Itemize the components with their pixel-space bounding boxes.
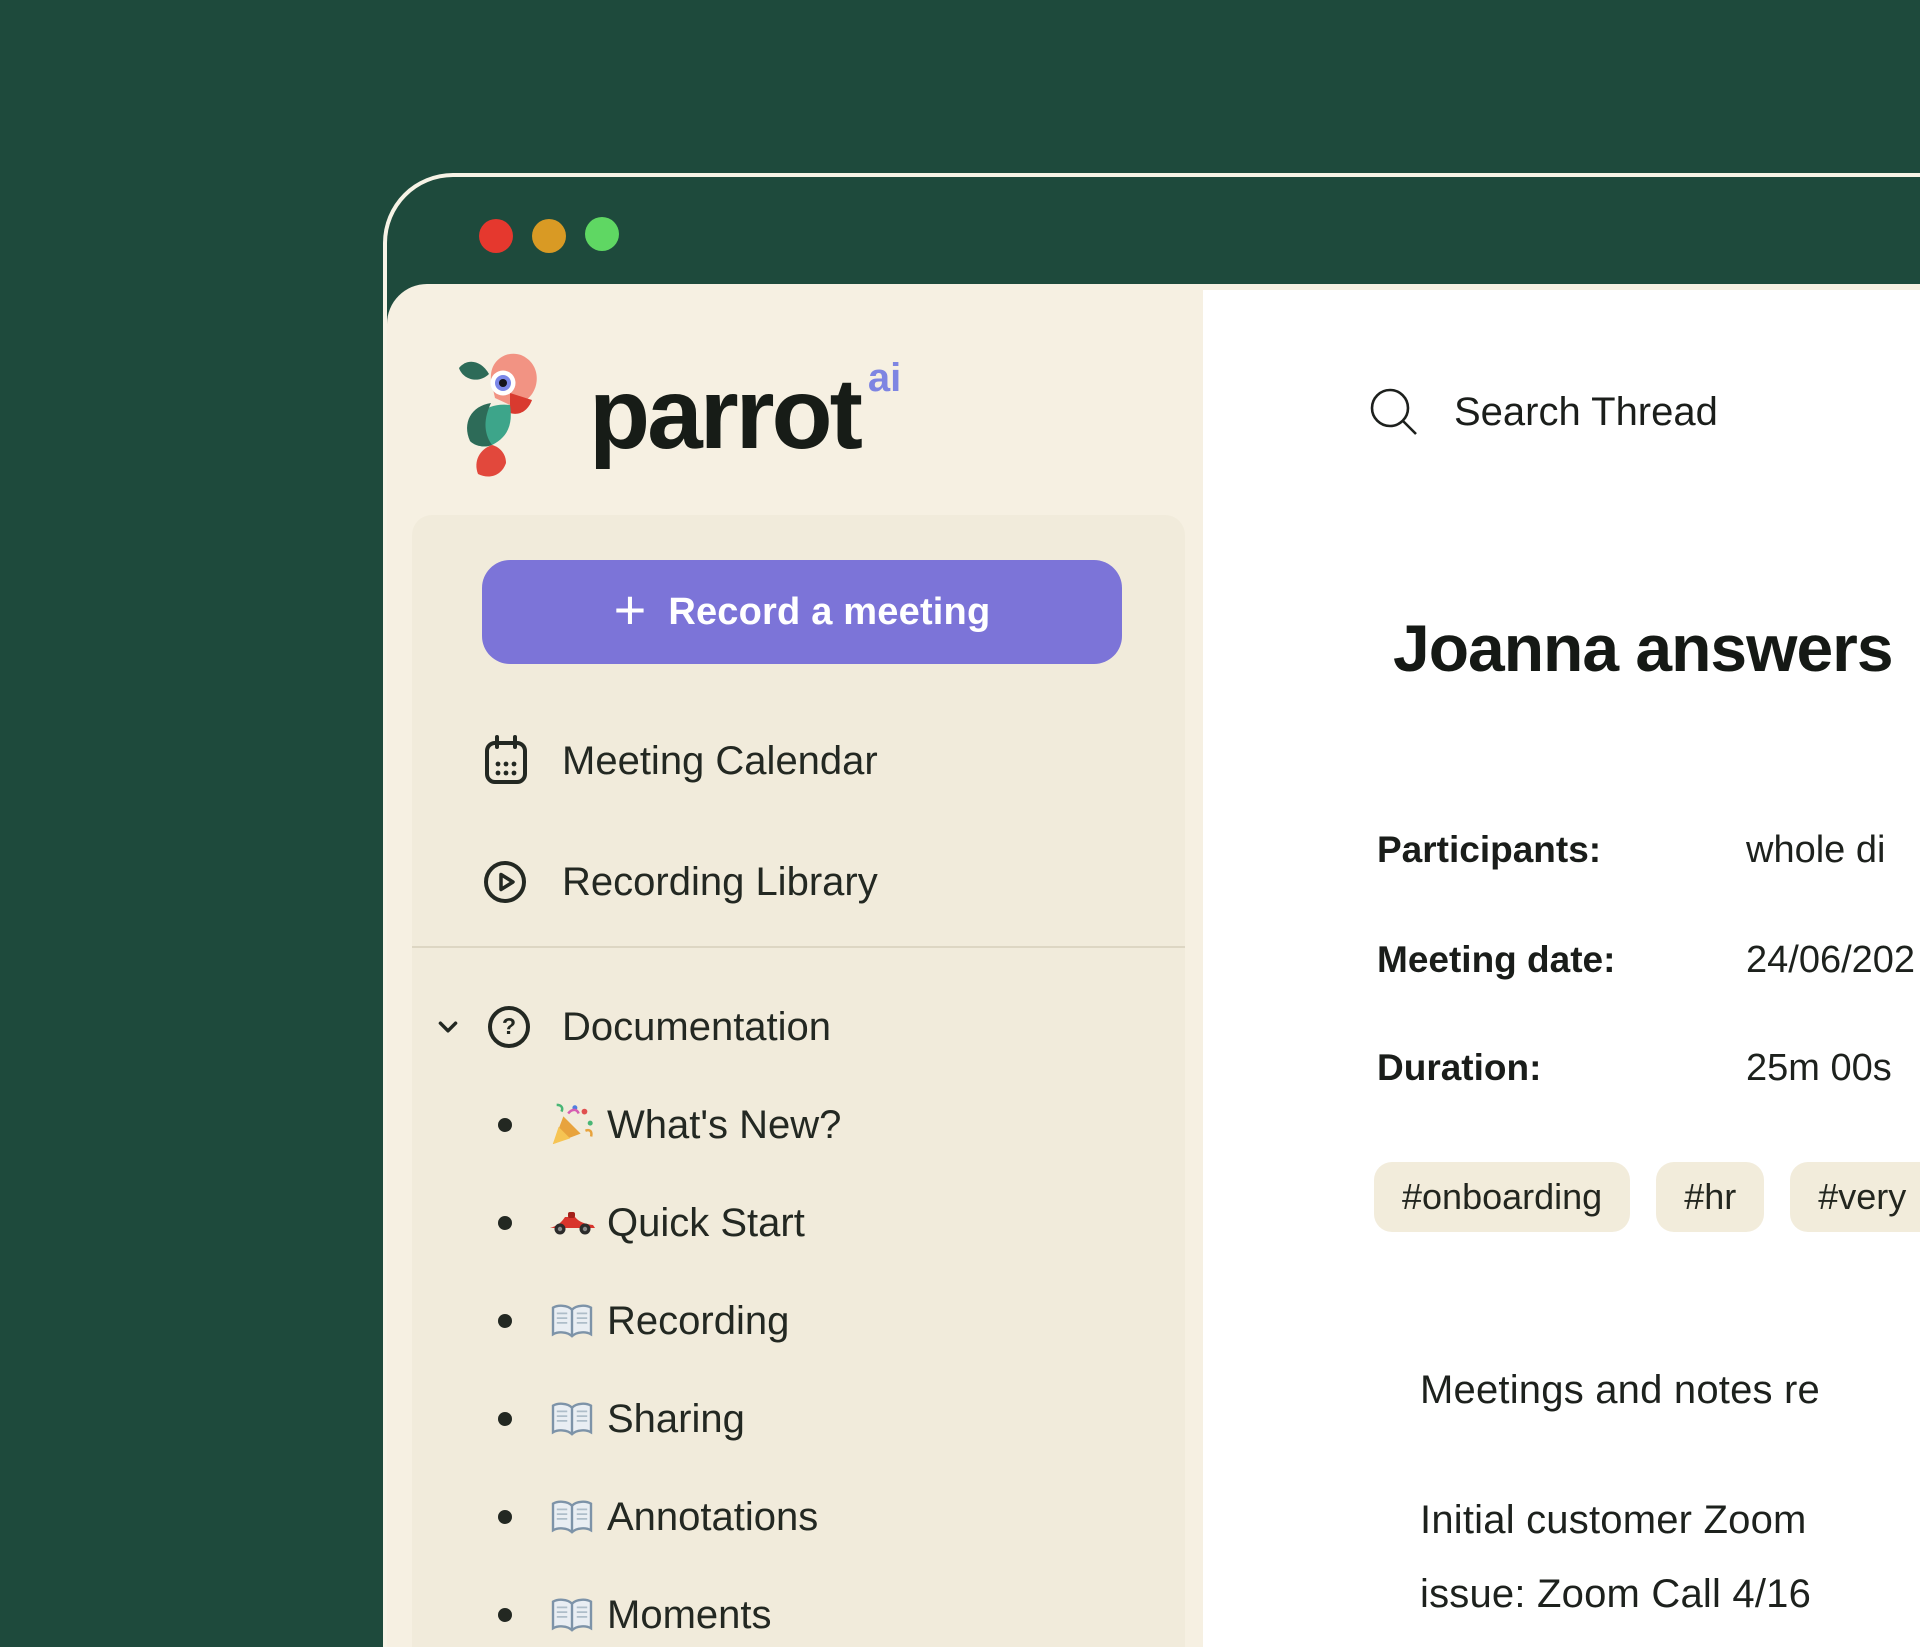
sidebar-item-moments[interactable]: Moments xyxy=(412,1587,1185,1643)
sidebar-item-label: Quick Start xyxy=(607,1200,805,1245)
body-paragraph: Meetings and notes re xyxy=(1420,1368,1821,1412)
documentation-list: What's New? Quick Start Recording Sharin… xyxy=(412,515,1185,1647)
open-book-icon xyxy=(548,1400,596,1438)
window-content: parrot ai + Record a meeting Meeting Cal… xyxy=(387,284,1920,1647)
racing-car-icon xyxy=(548,1209,596,1237)
brand-logo: parrot ai xyxy=(455,348,901,480)
bullet-icon xyxy=(498,1216,512,1230)
meta-row-duration: Duration: 25m 00s xyxy=(1377,1043,1892,1093)
open-book-icon xyxy=(548,1498,596,1536)
party-popper-icon xyxy=(548,1102,596,1148)
meta-label: Meeting date: xyxy=(1377,939,1616,980)
open-book-icon xyxy=(548,1596,596,1634)
body-paragraph: Initial customer Zoom issue: Zoom Call 4… xyxy=(1420,1483,1811,1631)
sidebar-item-quick-start[interactable]: Quick Start xyxy=(412,1195,1185,1251)
desktop-background: parrot ai + Record a meeting Meeting Cal… xyxy=(0,0,1920,1647)
sidebar-panel: + Record a meeting Meeting Calendar Reco… xyxy=(412,515,1185,1647)
open-book-icon xyxy=(548,1302,596,1340)
minimize-button[interactable] xyxy=(532,219,566,253)
tag-list: #onboarding #hr #very xyxy=(1374,1162,1920,1232)
search-bar[interactable] xyxy=(1366,384,1876,440)
bullet-icon xyxy=(498,1510,512,1524)
zoom-button[interactable] xyxy=(585,217,619,251)
meta-value: 25m 00s xyxy=(1746,1046,1892,1089)
parrot-logo-icon xyxy=(455,348,549,480)
search-icon xyxy=(1366,384,1422,440)
meta-label: Participants: xyxy=(1377,829,1602,870)
tag-hr[interactable]: #hr xyxy=(1656,1162,1765,1232)
sidebar-item-label: Moments xyxy=(607,1592,772,1637)
app-window: parrot ai + Record a meeting Meeting Cal… xyxy=(383,173,1920,1647)
brand-ai-superscript: ai xyxy=(867,355,902,400)
meta-value: whole di xyxy=(1746,828,1886,871)
sidebar-item-sharing[interactable]: Sharing xyxy=(412,1391,1185,1447)
body-line: issue: Zoom Call 4/16 xyxy=(1420,1572,1812,1616)
tag-very[interactable]: #very xyxy=(1790,1162,1920,1232)
close-button[interactable] xyxy=(479,219,513,253)
bullet-icon xyxy=(498,1608,512,1622)
sidebar-item-label: Sharing xyxy=(607,1396,745,1441)
meta-row-meeting-date: Meeting date: 24/06/202 xyxy=(1377,935,1915,985)
meta-value: 24/06/202 xyxy=(1746,938,1916,981)
sidebar-item-label: Recording xyxy=(607,1298,790,1343)
body-line: Initial customer Zoom xyxy=(1420,1498,1807,1542)
sidebar-item-recording[interactable]: Recording xyxy=(412,1293,1185,1349)
meta-row-participants: Participants: whole di xyxy=(1377,825,1885,875)
bullet-icon xyxy=(498,1314,512,1328)
page-title: Joanna answers xyxy=(1393,611,1894,685)
sidebar-item-whats-new[interactable]: What's New? xyxy=(412,1097,1185,1153)
bullet-icon xyxy=(498,1412,512,1426)
sidebar-item-label: Annotations xyxy=(607,1494,819,1539)
window-titlebar xyxy=(387,177,1920,284)
sidebar-item-label: What's New? xyxy=(607,1102,842,1147)
bullet-icon xyxy=(498,1118,512,1132)
sidebar: parrot ai + Record a meeting Meeting Cal… xyxy=(387,284,1203,1647)
meta-label: Duration: xyxy=(1377,1047,1542,1088)
search-input[interactable] xyxy=(1452,388,1876,436)
tag-onboarding[interactable]: #onboarding xyxy=(1374,1162,1631,1232)
brand-name: parrot xyxy=(589,358,863,470)
main-panel: Joanna answers Participants: whole di Me… xyxy=(1203,290,1920,1647)
sidebar-item-annotations[interactable]: Annotations xyxy=(412,1489,1185,1545)
